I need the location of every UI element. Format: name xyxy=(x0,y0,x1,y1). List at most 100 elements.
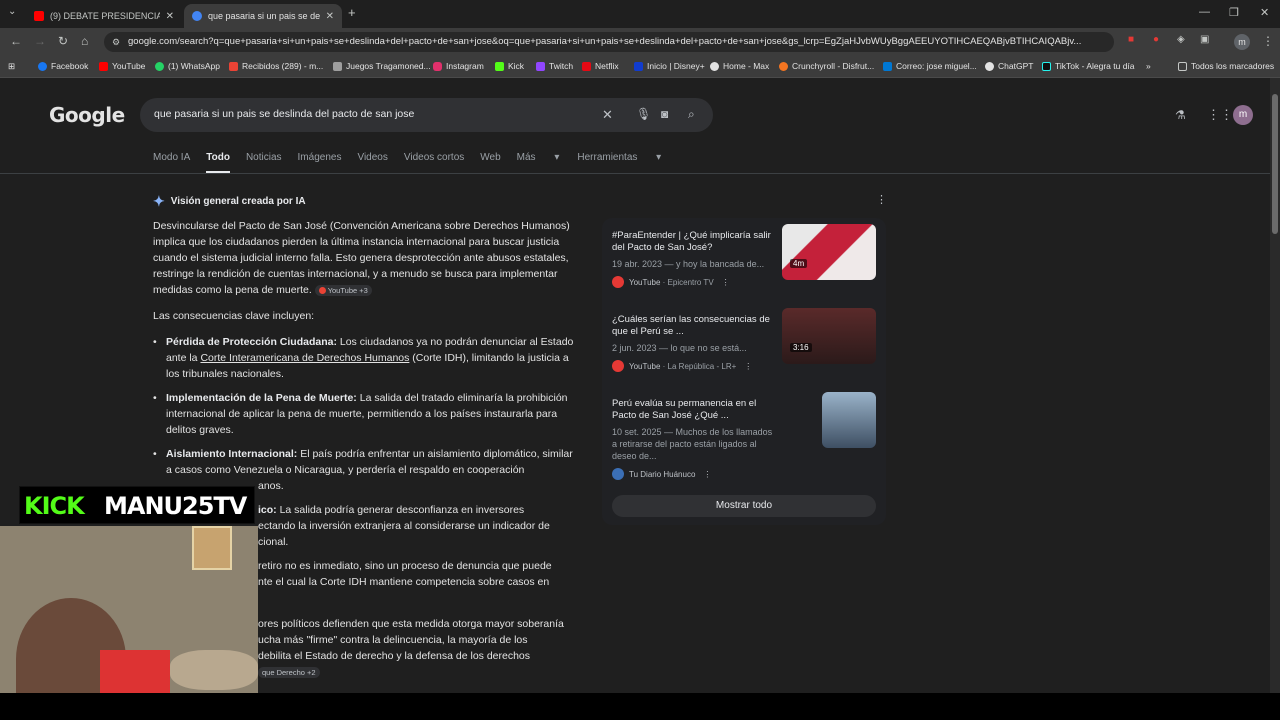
bookmark-instagram[interactable]: Instagram xyxy=(433,61,484,71)
bookmark-label: Facebook xyxy=(51,61,89,71)
max-icon xyxy=(710,61,719,71)
tab-noticias[interactable]: Noticias xyxy=(246,152,282,174)
bookmarks-bar: ⊞ Facebook YouTube (1) WhatsApp Recibido… xyxy=(0,56,1280,78)
more-icon[interactable]: ⋮ xyxy=(722,278,730,287)
card-title[interactable]: Perú evalúa su permanencia en el Pacto d… xyxy=(612,398,774,422)
bookmark-youtube[interactable]: YouTube xyxy=(99,61,145,71)
tab-label: Más xyxy=(516,152,536,163)
card-title[interactable]: ¿Cuáles serían las consecuencias de que … xyxy=(612,314,774,338)
reload-icon[interactable]: ↻ xyxy=(58,34,68,48)
google-logo[interactable]: Google xyxy=(49,103,125,127)
clear-icon[interactable]: ✕ xyxy=(602,107,613,123)
more-icon[interactable]: ⋮ xyxy=(703,470,711,479)
bookmark-juegos[interactable]: Juegos Tragamoned... xyxy=(333,61,431,71)
restore-icon[interactable]: ❐ xyxy=(1229,6,1239,19)
bookmark-kick[interactable]: Kick xyxy=(495,61,524,71)
source-chip[interactable]: YouTube +3 xyxy=(314,285,372,296)
search-box[interactable]: que pasaria si un pais se deslinda del p… xyxy=(140,98,713,132)
bookmark-twitch[interactable]: Twitch xyxy=(536,61,573,71)
tab-debate[interactable]: (9) DEBATE PRESIDENCIAL DEL ✕ xyxy=(26,4,182,28)
bookmark-label: Inicio | Disney+ xyxy=(647,61,705,71)
bookmark-correo[interactable]: Correo: jose miguel... xyxy=(883,61,977,71)
card-source: Tu Diario Huánuco ⋮ xyxy=(612,468,876,480)
video-thumbnail[interactable]: 4m xyxy=(782,224,876,280)
tab-imagenes[interactable]: Imágenes xyxy=(298,152,342,174)
gmail-icon xyxy=(229,61,238,71)
search-icon[interactable]: ⌕ xyxy=(688,107,695,122)
outlook-icon xyxy=(883,61,892,71)
minimize-icon[interactable]: — xyxy=(1199,6,1210,18)
source-card[interactable]: Perú evalúa su permanencia en el Pacto d… xyxy=(612,392,876,480)
tab-search[interactable]: que pasaria si un pais se deslinc ✕ xyxy=(184,4,342,28)
extension-icon[interactable]: ● xyxy=(1153,34,1159,45)
apps-icon[interactable]: ⊞ xyxy=(8,61,15,72)
site-info-icon[interactable]: ⚙ xyxy=(112,32,120,52)
tab-modo-ia[interactable]: Modo IA xyxy=(153,152,190,174)
whatsapp-icon xyxy=(155,61,164,71)
tab-web[interactable]: Web xyxy=(480,152,500,174)
labs-icon[interactable]: ⚗ xyxy=(1175,108,1186,122)
duration-badge: 3:16 xyxy=(790,343,812,352)
search-input[interactable]: que pasaria si un pais se deslinda del p… xyxy=(154,108,414,120)
source-card[interactable]: ¿Cuáles serían las consecuencias de que … xyxy=(612,308,876,372)
page-scrollbar[interactable] xyxy=(1270,78,1280,720)
tab-videos[interactable]: Videos xyxy=(357,152,387,174)
bookmark-max[interactable]: Home - Max xyxy=(710,61,769,71)
adblock-icon[interactable]: ■ xyxy=(1128,34,1134,45)
item-text: La salida podría generar desconfianza en… xyxy=(276,504,525,516)
close-tab-icon[interactable]: ✕ xyxy=(166,11,174,22)
item-title: ico: xyxy=(258,504,277,516)
bookmark-whatsapp[interactable]: (1) WhatsApp xyxy=(155,61,220,71)
home-icon[interactable]: ⌂ xyxy=(81,34,88,48)
ai-overview-heading: ✦ Visión general creada por IA xyxy=(153,193,306,210)
bookmark-crunchyroll[interactable]: Crunchyroll - Disfrut... xyxy=(779,61,874,71)
bookmark-gmail[interactable]: Recibidos (289) - m... xyxy=(229,61,323,71)
bookmark-label: Home - Max xyxy=(723,61,770,71)
puzzle-icon[interactable]: ▣ xyxy=(1200,34,1209,45)
bookmark-label: (1) WhatsApp xyxy=(168,61,220,71)
profile-avatar[interactable]: m xyxy=(1234,34,1250,50)
account-avatar[interactable]: m xyxy=(1233,105,1253,125)
scroll-thumb[interactable] xyxy=(1272,94,1278,234)
close-tab-icon[interactable]: ✕ xyxy=(326,11,334,22)
tab-videos-cortos[interactable]: Videos cortos xyxy=(404,152,464,174)
bookmark-chatgpt[interactable]: ChatGPT xyxy=(985,61,1033,71)
article-thumbnail[interactable] xyxy=(822,392,876,448)
bookmark-netflix[interactable]: Netflix xyxy=(582,61,619,71)
bookmark-label: YouTube xyxy=(112,61,146,71)
forward-icon[interactable]: → xyxy=(34,34,46,48)
more-icon[interactable]: ⋮ xyxy=(744,362,752,371)
source-card[interactable]: #ParaEntender | ¿Qué implicaría salir de… xyxy=(612,224,876,288)
all-bookmarks[interactable]: Todos los marcadores xyxy=(1178,61,1274,71)
corte-idh-link[interactable]: Corte Interamericana de Derechos Humanos xyxy=(200,352,409,364)
back-icon[interactable]: ← xyxy=(10,34,22,48)
apps-grid-icon[interactable]: ⋮⋮ xyxy=(1207,107,1233,123)
source-name: YouTube xyxy=(629,277,661,287)
close-window-icon[interactable]: ✕ xyxy=(1260,6,1269,19)
address-bar[interactable]: ⚙ google.com/search?q=que+pasaria+si+un+… xyxy=(104,32,1114,52)
bookmark-disney[interactable]: Inicio | Disney+ xyxy=(634,61,705,71)
bookmark-facebook[interactable]: Facebook xyxy=(38,61,88,71)
show-all-button[interactable]: Mostrar todo xyxy=(612,495,876,517)
new-tab-button[interactable]: + xyxy=(348,5,356,20)
microphone-icon[interactable]: 🎙 xyxy=(636,107,651,121)
bookmark-label: Recibidos (289) - m... xyxy=(242,61,324,71)
source-chip[interactable]: que Derecho +2 xyxy=(258,667,320,678)
more-options-icon[interactable]: ⋮ xyxy=(876,193,887,206)
lens-icon[interactable]: ◙ xyxy=(661,107,668,121)
video-thumbnail[interactable]: 3:16 xyxy=(782,308,876,364)
news-icon xyxy=(612,468,624,480)
bookmark-label: Kick xyxy=(508,61,525,71)
menu-icon[interactable]: ⋮ xyxy=(1262,34,1274,48)
tab-search-icon[interactable]: ⌄ xyxy=(8,6,16,17)
source-name: Tu Diario Huánuco xyxy=(629,469,696,479)
youtube-icon xyxy=(612,360,624,372)
tab-todo[interactable]: Todo xyxy=(206,152,230,174)
tab-mas[interactable]: Más ▾ xyxy=(517,152,560,174)
tab-herramientas[interactable]: Herramientas ▾ xyxy=(577,152,661,174)
card-title[interactable]: #ParaEntender | ¿Qué implicaría salir de… xyxy=(612,230,774,254)
more-bookmarks-icon[interactable]: » xyxy=(1146,61,1151,71)
shield-icon[interactable]: ◈ xyxy=(1177,34,1185,45)
tabs-divider xyxy=(0,173,1270,174)
bookmark-tiktok[interactable]: TikTok - Alegra tu día xyxy=(1042,61,1135,71)
